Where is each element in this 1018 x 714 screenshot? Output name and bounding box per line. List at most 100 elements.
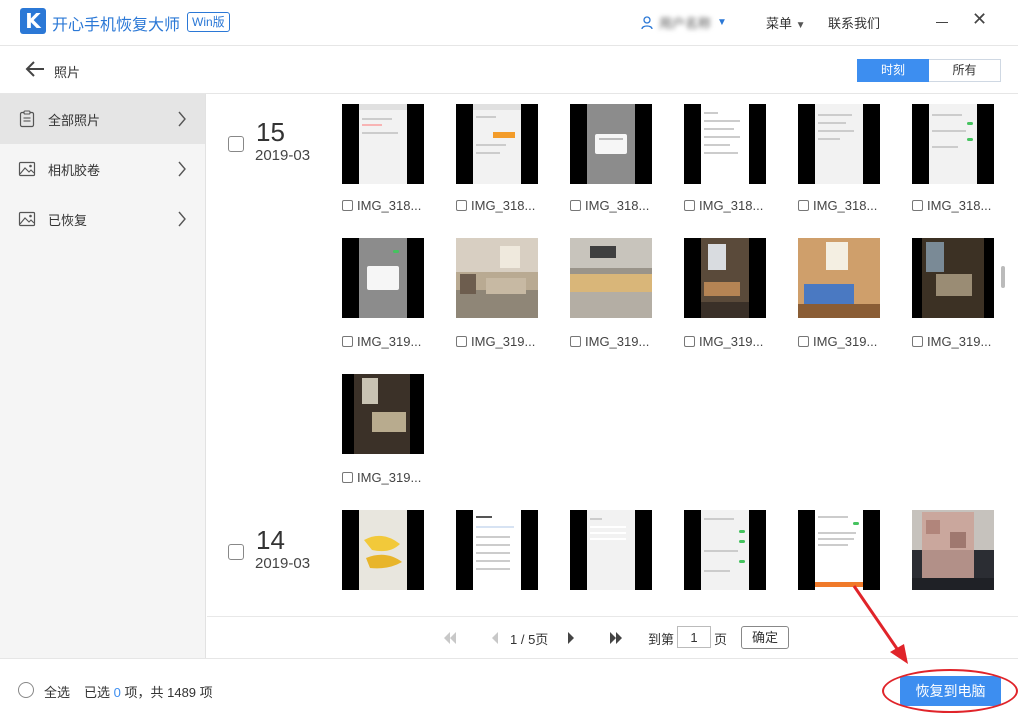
photo-thumbnail[interactable] bbox=[912, 104, 994, 184]
photo-item[interactable]: IMG_319... bbox=[342, 334, 421, 349]
prev-page-icon[interactable] bbox=[491, 631, 499, 645]
photo-checkbox[interactable] bbox=[342, 200, 353, 211]
sidebar-item-all-photos[interactable]: 全部照片 bbox=[0, 94, 205, 144]
photo-item[interactable]: IMG_318... bbox=[684, 198, 763, 213]
photo-thumbnail[interactable] bbox=[798, 510, 880, 590]
photo-item[interactable]: IMG_318... bbox=[798, 198, 877, 213]
menu-dropdown[interactable]: 菜单 ▼ bbox=[766, 13, 806, 32]
image-icon bbox=[18, 211, 36, 227]
user-name: 用户名称 bbox=[659, 16, 712, 31]
photo-checkbox[interactable] bbox=[684, 200, 695, 211]
photo-item[interactable]: IMG_319... bbox=[684, 334, 763, 349]
photo-thumbnail[interactable] bbox=[342, 374, 424, 454]
chevron-right-icon bbox=[178, 111, 186, 127]
photo-thumbnail[interactable] bbox=[570, 104, 652, 184]
title-bar: K 开心手机恢复大师 Win版 用户名称 ▼ 菜单 ▼ 联系我们 ✕ bbox=[0, 0, 1018, 46]
photo-name: IMG_319... bbox=[471, 334, 536, 349]
photo-checkbox[interactable] bbox=[342, 472, 353, 483]
photo-checkbox[interactable] bbox=[342, 336, 353, 347]
photo-thumbnail[interactable] bbox=[570, 238, 652, 318]
photo-checkbox[interactable] bbox=[912, 200, 923, 211]
photo-checkbox[interactable] bbox=[798, 200, 809, 211]
photo-thumbnail[interactable] bbox=[342, 238, 424, 318]
photo-checkbox[interactable] bbox=[456, 200, 467, 211]
group-checkbox[interactable] bbox=[228, 544, 244, 560]
back-arrow-icon[interactable] bbox=[24, 59, 46, 79]
photo-item[interactable]: IMG_319... bbox=[342, 470, 421, 485]
annotation-arrow-icon bbox=[852, 585, 908, 664]
sidebar-item-label: 相机胶卷 bbox=[48, 162, 101, 178]
photo-thumbnail[interactable] bbox=[342, 510, 424, 590]
photo-thumbnail[interactable] bbox=[342, 104, 424, 184]
photo-name: IMG_318... bbox=[699, 198, 764, 213]
photo-item[interactable]: IMG_318... bbox=[342, 198, 421, 213]
group-month: 2019-03 bbox=[255, 147, 311, 164]
selected-suffix: 项，共 1489 项 bbox=[124, 685, 213, 700]
goto-label: 到第 bbox=[648, 632, 675, 647]
photo-item[interactable]: IMG_319... bbox=[798, 334, 877, 349]
photo-thumbnail[interactable] bbox=[684, 510, 766, 590]
selection-status: 已选 0 项，共 1489 项 bbox=[84, 682, 213, 701]
photo-item[interactable]: IMG_319... bbox=[912, 334, 991, 349]
select-all-label[interactable]: 全选 bbox=[44, 682, 70, 701]
last-page-icon[interactable] bbox=[609, 631, 623, 645]
photo-item[interactable]: IMG_319... bbox=[570, 334, 649, 349]
tab-all[interactable]: 所有 bbox=[929, 59, 1001, 82]
highlight-circle bbox=[882, 669, 1018, 713]
page-unit-label: 页 bbox=[714, 632, 728, 647]
sidebar-item-camera-roll[interactable]: 相机胶卷 bbox=[0, 144, 205, 194]
view-toggle: 时刻 所有 bbox=[857, 59, 1001, 82]
photo-name: IMG_319... bbox=[585, 334, 650, 349]
chevron-right-icon bbox=[178, 211, 186, 227]
photo-name: IMG_318... bbox=[357, 198, 422, 213]
photo-thumbnail[interactable] bbox=[912, 510, 994, 590]
page-indicator: 1 / 5页 bbox=[510, 632, 549, 647]
group-month: 2019-03 bbox=[255, 555, 311, 572]
photo-thumbnail[interactable] bbox=[684, 104, 766, 184]
selected-count: 0 bbox=[113, 685, 121, 700]
select-all-radio[interactable] bbox=[18, 682, 34, 698]
photo-thumbnail[interactable] bbox=[570, 510, 652, 590]
app-logo-icon: K bbox=[20, 8, 46, 34]
photo-name: IMG_319... bbox=[357, 470, 422, 485]
chevron-down-icon: ▼ bbox=[795, 20, 806, 31]
first-page-icon[interactable] bbox=[443, 631, 457, 645]
photo-checkbox[interactable] bbox=[456, 336, 467, 347]
photo-name: IMG_319... bbox=[357, 334, 422, 349]
minimize-icon[interactable] bbox=[934, 8, 950, 32]
photo-name: IMG_319... bbox=[927, 334, 992, 349]
chevron-right-icon bbox=[178, 161, 186, 177]
photo-item[interactable]: IMG_318... bbox=[912, 198, 991, 213]
photo-thumbnail[interactable] bbox=[456, 510, 538, 590]
photo-thumbnail[interactable] bbox=[456, 238, 538, 318]
photo-checkbox[interactable] bbox=[912, 336, 923, 347]
photo-checkbox[interactable] bbox=[798, 336, 809, 347]
sidebar-item-label: 已恢复 bbox=[48, 212, 88, 228]
photo-name: IMG_318... bbox=[927, 198, 992, 213]
group-day: 15 bbox=[256, 117, 285, 147]
photo-thumbnail[interactable] bbox=[684, 238, 766, 318]
photo-item[interactable]: IMG_318... bbox=[570, 198, 649, 213]
photo-thumbnail[interactable] bbox=[456, 104, 538, 184]
close-icon[interactable]: ✕ bbox=[972, 11, 987, 29]
user-account-menu[interactable]: 用户名称 ▼ bbox=[641, 13, 727, 32]
vertical-scrollbar[interactable] bbox=[1001, 266, 1005, 288]
photo-thumbnail[interactable] bbox=[912, 238, 994, 318]
app-title: 开心手机恢复大师 bbox=[52, 17, 181, 34]
sidebar-item-recovered[interactable]: 已恢复 bbox=[0, 194, 205, 244]
next-page-icon[interactable] bbox=[567, 631, 575, 645]
photo-thumbnail[interactable] bbox=[798, 238, 880, 318]
photo-item[interactable]: IMG_318... bbox=[456, 198, 535, 213]
photo-item[interactable]: IMG_319... bbox=[456, 334, 535, 349]
sidebar: 全部照片 相机胶卷 已恢复 bbox=[0, 94, 206, 658]
confirm-page-button[interactable]: 确定 bbox=[741, 626, 789, 649]
page-number-input[interactable] bbox=[677, 626, 711, 648]
photo-name: IMG_319... bbox=[813, 334, 878, 349]
contact-us-link[interactable]: 联系我们 bbox=[828, 13, 880, 32]
tab-moments[interactable]: 时刻 bbox=[857, 59, 929, 82]
photo-checkbox[interactable] bbox=[570, 336, 581, 347]
photo-thumbnail[interactable] bbox=[798, 104, 880, 184]
group-checkbox[interactable] bbox=[228, 136, 244, 152]
photo-checkbox[interactable] bbox=[684, 336, 695, 347]
photo-checkbox[interactable] bbox=[570, 200, 581, 211]
